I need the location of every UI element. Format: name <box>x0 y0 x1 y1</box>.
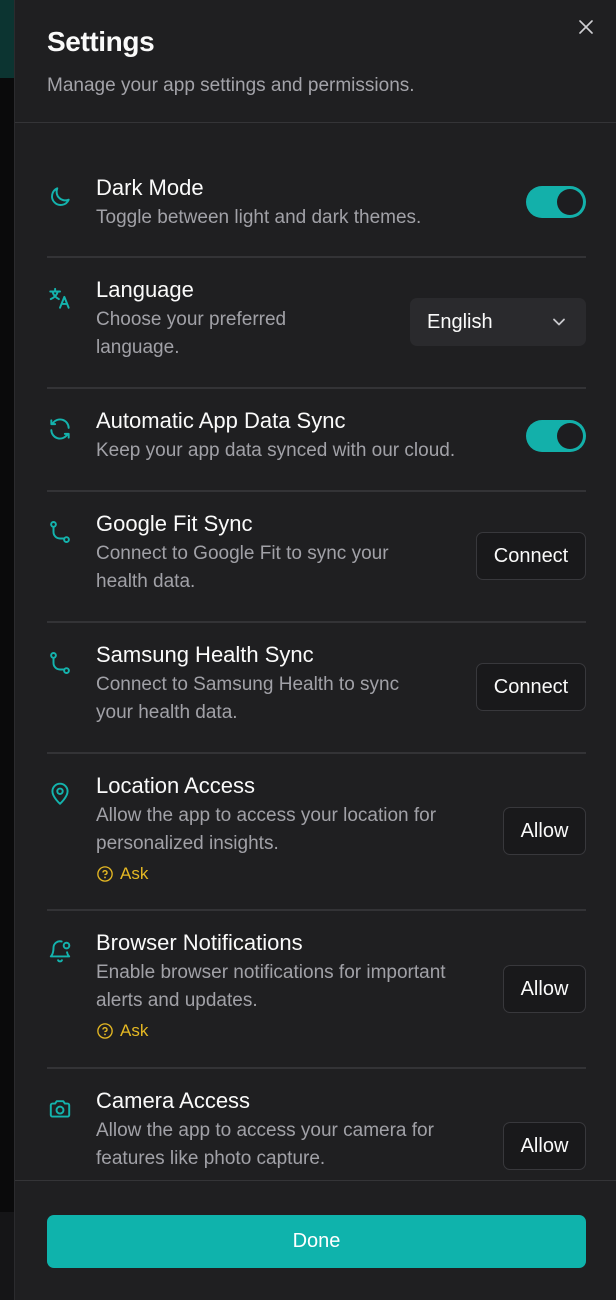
description-line: Connect to Google Fit to sync your <box>96 543 389 564</box>
description-line: Toggle between light and dark themes. <box>96 207 422 228</box>
description-line: Keep your app data synced with our cloud… <box>96 440 456 461</box>
description-line: Connect to Samsung Health to sync <box>96 674 400 695</box>
setting-description: Connect to Google Fit to sync your healt… <box>96 540 389 596</box>
permission-status: Ask <box>96 1021 446 1041</box>
description-line: personalized insights. <box>96 833 279 854</box>
description-line: language. <box>96 337 180 358</box>
setting-title: Language <box>96 277 194 302</box>
samsung-health-connect-button[interactable]: Connect <box>476 663 586 711</box>
translate-icon <box>47 285 77 315</box>
moon-icon <box>47 184 77 214</box>
description-line: features like photo capture. <box>96 1148 326 1169</box>
setting-description: Connect to Samsung Health to sync your h… <box>96 671 399 727</box>
google-fit-connect-button[interactable]: Connect <box>476 532 586 580</box>
permission-status-label: Ask <box>120 1021 149 1040</box>
setting-row-browser-notifications: Browser Notifications Enable browser not… <box>47 911 586 1069</box>
refresh-icon <box>47 416 77 446</box>
description-line: health data. <box>96 571 196 592</box>
location-allow-button[interactable]: Allow <box>503 807 586 855</box>
close-icon <box>579 20 593 34</box>
setting-texts: Camera Access Allow the app to access yo… <box>96 1087 434 1173</box>
close-button[interactable] <box>575 16 597 38</box>
camera-icon <box>47 1096 77 1126</box>
done-button[interactable]: Done <box>47 1215 586 1268</box>
setting-title: Dark Mode <box>96 175 204 200</box>
page-backdrop <box>0 0 14 1300</box>
setting-title: Browser Notifications <box>96 930 303 955</box>
setting-description: Keep your app data synced with our cloud… <box>96 437 455 465</box>
language-select-value: English <box>427 310 493 333</box>
setting-title: Location Access <box>96 773 255 798</box>
setting-description: Enable browser notifications for importa… <box>96 959 446 1015</box>
camera-allow-button[interactable]: Allow <box>503 1122 586 1170</box>
language-select[interactable]: English <box>410 298 586 346</box>
dark-mode-toggle[interactable] <box>526 186 586 218</box>
setting-row-samsung-health-sync: Samsung Health Sync Connect to Samsung H… <box>47 623 586 754</box>
setting-row-language: Language Choose your preferred language.… <box>47 258 586 389</box>
description-line: Enable browser notifications for importa… <box>96 962 446 983</box>
chevron-down-icon <box>553 318 565 326</box>
description-line: alerts and updates. <box>96 990 258 1011</box>
permission-status-label: Ask <box>120 864 149 883</box>
toggle-knob <box>557 423 583 449</box>
setting-texts: Google Fit Sync Connect to Google Fit to… <box>96 510 389 596</box>
setting-title: Samsung Health Sync <box>96 642 314 667</box>
setting-row-app-data-sync: Automatic App Data Sync Keep your app da… <box>47 389 586 492</box>
settings-dialog: Settings Manage your app settings and pe… <box>14 0 616 1300</box>
dialog-footer: Done <box>15 1180 616 1300</box>
question-circle-icon <box>97 1023 113 1039</box>
setting-description: Toggle between light and dark themes. <box>96 204 421 232</box>
app-data-sync-toggle[interactable] <box>526 420 586 452</box>
setting-row-google-fit-sync: Google Fit Sync Connect to Google Fit to… <box>47 492 586 623</box>
setting-title: Automatic App Data Sync <box>96 408 346 433</box>
toggle-knob <box>557 189 583 215</box>
setting-texts: Automatic App Data Sync Keep your app da… <box>96 407 455 465</box>
description-line: Allow the app to access your location fo… <box>96 805 437 826</box>
permission-status: Ask <box>96 864 436 884</box>
setting-texts: Language Choose your preferred language. <box>96 276 286 362</box>
setting-description: Choose your preferred language. <box>96 306 286 362</box>
settings-list[interactable]: Dark Mode Toggle between light and dark … <box>15 123 616 1180</box>
setting-description: Allow the app to access your location fo… <box>96 802 436 858</box>
dialog-subtitle: Manage your app settings and permissions… <box>47 75 415 96</box>
notifications-allow-button[interactable]: Allow <box>503 965 586 1013</box>
description-line: Allow the app to access your camera for <box>96 1120 434 1141</box>
question-circle-icon <box>97 866 113 882</box>
setting-texts: Samsung Health Sync Connect to Samsung H… <box>96 641 399 727</box>
route-icon <box>47 650 77 680</box>
setting-row-camera-access: Camera Access Allow the app to access yo… <box>47 1069 586 1180</box>
setting-texts: Browser Notifications Enable browser not… <box>96 929 446 1041</box>
description-line: Choose your preferred <box>96 309 287 330</box>
setting-texts: Location Access Allow the app to access … <box>96 772 436 884</box>
setting-description: Allow the app to access your camera for … <box>96 1117 434 1173</box>
setting-texts: Dark Mode Toggle between light and dark … <box>96 174 421 232</box>
setting-title: Google Fit Sync <box>96 511 253 536</box>
backdrop-footer-block <box>0 1212 14 1300</box>
setting-row-location-access: Location Access Allow the app to access … <box>47 754 586 911</box>
map-pin-icon <box>47 781 77 811</box>
route-icon <box>47 519 77 549</box>
description-line: your health data. <box>96 702 238 723</box>
dialog-header: Settings Manage your app settings and pe… <box>15 0 616 123</box>
dialog-title: Settings <box>47 26 155 57</box>
setting-title: Camera Access <box>96 1088 251 1113</box>
backdrop-header-strip <box>0 0 14 78</box>
setting-row-dark-mode: Dark Mode Toggle between light and dark … <box>47 168 586 258</box>
bell-icon <box>47 938 77 968</box>
